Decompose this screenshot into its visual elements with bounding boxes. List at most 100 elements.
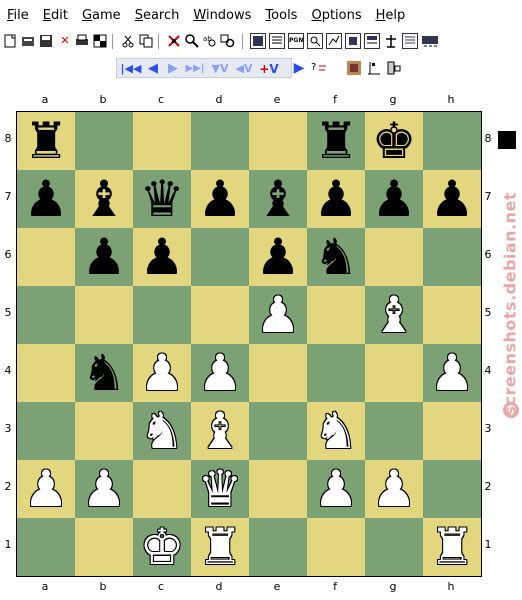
search-icon[interactable]: [184, 33, 200, 49]
menu-options[interactable]: Options: [311, 8, 361, 23]
maintenance-icon[interactable]: [383, 33, 399, 49]
square-f4[interactable]: [307, 344, 365, 402]
white-pawn-b2[interactable]: ♟: [75, 460, 133, 518]
black-pawn-c6[interactable]: ♟: [133, 228, 191, 286]
menu-help[interactable]: Help: [376, 8, 406, 23]
square-g4[interactable]: [365, 344, 423, 402]
square-d6[interactable]: [191, 228, 249, 286]
square-e3[interactable]: [249, 402, 307, 460]
black-bishop-e7[interactable]: ♝: [249, 170, 307, 228]
square-c2[interactable]: [133, 460, 191, 518]
save-icon[interactable]: [38, 33, 54, 49]
delete-icon[interactable]: [166, 33, 182, 49]
square-f1[interactable]: [307, 518, 365, 576]
white-pawn-h4[interactable]: ♟: [423, 344, 481, 402]
square-g6[interactable]: [365, 228, 423, 286]
black-bishop-b7[interactable]: ♝: [75, 170, 133, 228]
menu-file[interactable]: File: [7, 8, 29, 23]
square-g3[interactable]: [365, 402, 423, 460]
first-move-button[interactable]: |◀◀: [119, 59, 143, 79]
square-a1[interactable]: [17, 518, 75, 576]
menu-edit[interactable]: Edit: [43, 8, 68, 23]
black-pawn-g7[interactable]: ♟: [365, 170, 423, 228]
square-a3[interactable]: [17, 402, 75, 460]
square-e1[interactable]: [249, 518, 307, 576]
white-rook-h1[interactable]: ♜: [423, 518, 481, 576]
square-b5[interactable]: [75, 286, 133, 344]
black-pawn-h7[interactable]: ♟: [423, 170, 481, 228]
black-king-g8[interactable]: ♚: [365, 112, 423, 170]
database-icon[interactable]: [250, 33, 266, 49]
black-queen-c7[interactable]: ♛: [133, 170, 191, 228]
find-pattern-icon[interactable]: ab: [202, 33, 218, 49]
material-icon[interactable]: [386, 60, 402, 76]
square-h6[interactable]: [423, 228, 481, 286]
square-h2[interactable]: [423, 460, 481, 518]
print-icon[interactable]: [74, 33, 90, 49]
square-d5[interactable]: [191, 286, 249, 344]
white-pawn-d4[interactable]: ♟: [191, 344, 249, 402]
white-pawn-c4[interactable]: ♟: [133, 344, 191, 402]
black-knight-b4[interactable]: ♞: [75, 344, 133, 402]
square-f5[interactable]: [307, 286, 365, 344]
menu-search[interactable]: Search: [135, 8, 180, 23]
exit-variation-button[interactable]: ◀V: [233, 59, 255, 79]
white-bishop-d3[interactable]: ♝: [191, 402, 249, 460]
switcher-icon[interactable]: [402, 33, 418, 49]
gamelist-toggle-icon[interactable]: [421, 33, 439, 49]
white-pawn-g2[interactable]: ♟: [365, 460, 423, 518]
square-d8[interactable]: [191, 112, 249, 170]
copy-icon[interactable]: [138, 33, 154, 49]
black-knight-f6[interactable]: ♞: [307, 228, 365, 286]
black-pawn-e6[interactable]: ♟: [249, 228, 307, 286]
cut-icon[interactable]: [120, 33, 136, 49]
tree-icon[interactable]: [307, 33, 323, 49]
chess-board[interactable]: ♜ ♜ ♚ ♟ ♝ ♛ ♟ ♝ ♟ ♟ ♟ ♟ ♟ ♟ ♞ ♟ ♝ ♞ ♟ ♟ ♟ ♞ ♝ ♞ ♟ ♟ ♛ ♟ ♟ ♚ ♜ ♜: [16, 111, 482, 577]
white-pawn-a2[interactable]: ♟: [17, 460, 75, 518]
square-e4[interactable]: [249, 344, 307, 402]
pgn-window-icon[interactable]: PGN: [288, 33, 304, 49]
square-e8[interactable]: [249, 112, 307, 170]
game-list-icon[interactable]: [269, 33, 285, 49]
square-b1[interactable]: [75, 518, 133, 576]
menu-windows[interactable]: Windows: [193, 8, 251, 23]
black-pawn-b6[interactable]: ♟: [75, 228, 133, 286]
back-move-button[interactable]: ◀: [143, 59, 163, 79]
white-bishop-g5[interactable]: ♝: [365, 286, 423, 344]
black-pawn-a7[interactable]: ♟: [17, 170, 75, 228]
autoplay-icon[interactable]: ▶: [291, 60, 307, 76]
comment-editor-icon[interactable]: [364, 33, 380, 49]
square-e2[interactable]: [249, 460, 307, 518]
menu-tools[interactable]: Tools: [265, 8, 297, 23]
enter-variation-button[interactable]: ▼V: [209, 59, 231, 79]
white-pawn-e5[interactable]: ♟: [249, 286, 307, 344]
square-c8[interactable]: [133, 112, 191, 170]
engine-icon[interactable]: [345, 33, 361, 49]
flip-board-icon[interactable]: [346, 60, 362, 76]
square-a6[interactable]: [17, 228, 75, 286]
white-knight-c3[interactable]: ♞: [133, 402, 191, 460]
crosstable-icon[interactable]: [326, 33, 342, 49]
black-pawn-f7[interactable]: ♟: [307, 170, 365, 228]
close-icon[interactable]: ✕: [57, 33, 73, 49]
last-move-button[interactable]: ▶▶|: [183, 59, 207, 79]
square-h5[interactable]: [423, 286, 481, 344]
black-rook-f8[interactable]: ♜: [307, 112, 365, 170]
white-pawn-f2[interactable]: ♟: [307, 460, 365, 518]
new-game-icon[interactable]: [2, 33, 18, 49]
black-pawn-d7[interactable]: ♟: [191, 170, 249, 228]
search-board-icon[interactable]: [220, 33, 236, 49]
square-a5[interactable]: [17, 286, 75, 344]
square-b3[interactable]: [75, 402, 133, 460]
square-b8[interactable]: [75, 112, 133, 170]
coords-icon[interactable]: [366, 60, 382, 76]
white-king-c1[interactable]: ♚: [133, 518, 191, 576]
menu-game[interactable]: Game: [82, 8, 121, 23]
black-rook-a8[interactable]: ♜: [17, 112, 75, 170]
square-h3[interactable]: [423, 402, 481, 460]
forward-move-button[interactable]: ▶: [163, 59, 183, 79]
square-h8[interactable]: [423, 112, 481, 170]
square-g1[interactable]: [365, 518, 423, 576]
open-icon[interactable]: [20, 33, 36, 49]
square-a4[interactable]: [17, 344, 75, 402]
